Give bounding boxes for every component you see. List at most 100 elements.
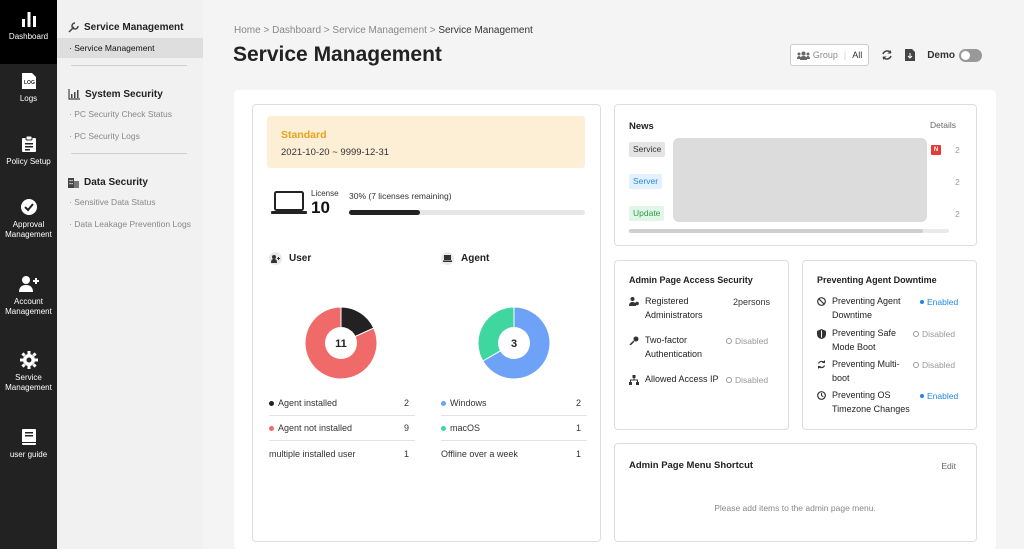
users-icon <box>796 51 810 60</box>
access-row-label: Registered Administrators <box>645 296 703 320</box>
downtime-row-label: Preventing Safe Mode Boot <box>832 328 897 352</box>
clock-icon <box>817 391 826 400</box>
access-security-card: Admin Page Access Security Registered Ad… <box>614 260 789 430</box>
subnav-item-pc-security-logs[interactable]: · PC Security Logs <box>57 126 203 146</box>
license-label: License <box>311 189 339 198</box>
access-row-two-factor: Two-factor Authentication <box>629 334 719 361</box>
rail-item-service-management[interactable]: Service Management <box>0 351 57 407</box>
subnav-label: Sensitive Data Status <box>74 197 156 207</box>
chart-icon <box>68 89 80 100</box>
demo-toggle[interactable] <box>959 48 982 62</box>
rail-item-account-management[interactable]: Account Management <box>0 275 57 331</box>
license-progress-bar <box>349 210 585 215</box>
clipboard-icon <box>21 135 36 152</box>
toolbar: Group | All Demo <box>789 44 982 66</box>
news-date: 2 <box>955 209 960 219</box>
administrators-count: 2persons <box>733 297 771 307</box>
downtime-row-label: Preventing Agent Downtime <box>832 296 901 320</box>
downtime-row-agent: Preventing Agent Downtime <box>817 295 917 322</box>
subnav-item-pc-security-check-status[interactable]: · PC Security Check Status <box>57 104 203 124</box>
log-file-icon: LOG <box>21 73 36 89</box>
book-icon <box>21 429 36 445</box>
wrench-icon <box>68 22 79 33</box>
news-title: News <box>629 121 654 132</box>
group-selector[interactable]: Group | All <box>789 44 870 66</box>
legend-label: Offline over a week <box>441 448 518 459</box>
legend-dot <box>269 425 274 431</box>
user-section-title: User <box>269 252 311 265</box>
breadcrumb-home[interactable]: Home <box>234 25 261 36</box>
rail-item-user-guide[interactable]: user guide <box>0 428 57 468</box>
status-ring-icon <box>726 377 732 383</box>
news-scrollbar[interactable] <box>629 229 949 233</box>
agent-downtime-card: Preventing Agent Downtime Preventing Age… <box>802 260 977 430</box>
subnav-label: PC Security Check Status <box>74 109 172 119</box>
building-icon <box>68 178 79 188</box>
breadcrumb-dashboard[interactable]: Dashboard <box>272 25 321 36</box>
subnav-label: Data Leakage Prevention Logs <box>74 219 191 229</box>
rail-label: Approval Management <box>5 220 52 239</box>
refresh-button[interactable] <box>881 49 893 61</box>
rail-item-approval-management[interactable]: Approval Management <box>0 198 57 254</box>
news-content-redacted <box>673 138 927 222</box>
agent-title: Agent <box>461 253 490 264</box>
breadcrumb: Home > Dashboard > Service Management > … <box>234 25 533 36</box>
laptop-icon <box>441 252 454 265</box>
user-plus-icon <box>18 276 39 292</box>
section-title: System Security <box>85 89 163 100</box>
legend-value: 2 <box>403 398 409 408</box>
rail-label: Logs <box>19 94 38 103</box>
user-total: 11 <box>335 338 347 350</box>
downtime-row-label: Preventing Multi-boot <box>832 359 900 383</box>
menu-shortcut-card: Admin Page Menu Shortcut Edit Please add… <box>614 443 977 542</box>
sub-navigation: Service Management · Service Management … <box>57 0 203 549</box>
allowed-ip-status: Disabled <box>726 375 768 385</box>
key-icon <box>629 336 639 345</box>
multi-boot-status: Disabled <box>913 360 955 370</box>
status-text: Disabled <box>735 375 769 385</box>
user-donut-chart: 11 <box>304 306 378 380</box>
check-circle-icon <box>20 199 37 215</box>
agent-total: 3 <box>511 338 517 350</box>
demo-label: Demo <box>927 49 955 61</box>
rail-label: Dashboard <box>8 32 49 41</box>
scrollbar-thumb[interactable] <box>629 229 924 233</box>
menu-shortcut-edit-button[interactable]: Edit <box>941 461 956 471</box>
legend-label: Agent installed <box>278 398 338 408</box>
legend-label: macOS <box>450 423 481 433</box>
status-text: Enabled <box>927 391 959 401</box>
breadcrumb-current: Service Management <box>438 25 533 36</box>
section-title: Data Security <box>84 177 148 188</box>
news-details-link[interactable]: Details <box>930 120 956 130</box>
shield-icon <box>817 329 826 339</box>
legend-value: 9 <box>403 423 409 433</box>
refresh-icon <box>882 50 892 60</box>
gear-icon <box>19 351 38 369</box>
menu-shortcut-empty-message: Please add items to the admin page menu. <box>714 503 876 513</box>
subnav-label: PC Security Logs <box>74 131 140 141</box>
news-date: 2 <box>955 145 960 155</box>
subnav-item-sensitive-data-status[interactable]: · Sensitive Data Status <box>57 192 203 212</box>
user-title: User <box>289 253 312 264</box>
status-text: Disabled <box>922 360 956 370</box>
agent-donut-chart: 3 <box>477 306 551 380</box>
subnav-item-data-leakage-prevention-logs[interactable]: · Data Leakage Prevention Logs <box>57 214 203 234</box>
rail-item-logs[interactable]: LOG Logs <box>0 72 57 120</box>
breadcrumb-service-management[interactable]: Service Management <box>332 25 427 36</box>
bar-chart-icon <box>21 12 36 27</box>
rail-item-dashboard[interactable]: Dashboard <box>0 0 57 64</box>
license-card: Standard 2021-10-20 ~ 9999-12-31 License… <box>252 104 601 542</box>
news-card: News Details Service Server Update N 2 2… <box>614 104 977 246</box>
rail-label: Account Management <box>5 297 52 316</box>
news-new-badge: N <box>931 145 941 155</box>
subnav-item-service-management[interactable]: · Service Management <box>57 38 203 58</box>
rail-item-policy-setup[interactable]: Policy Setup <box>0 135 57 183</box>
status-text: Enabled <box>927 297 959 307</box>
user-plus-icon <box>269 252 282 265</box>
download-report-button[interactable] <box>905 49 916 61</box>
access-security-title: Admin Page Access Security <box>629 275 753 285</box>
status-dot-icon <box>920 300 924 304</box>
rail-label: Policy Setup <box>6 157 51 166</box>
legend-value: 2 <box>575 398 581 408</box>
agent-legend-row: Windows 2 <box>441 391 587 416</box>
